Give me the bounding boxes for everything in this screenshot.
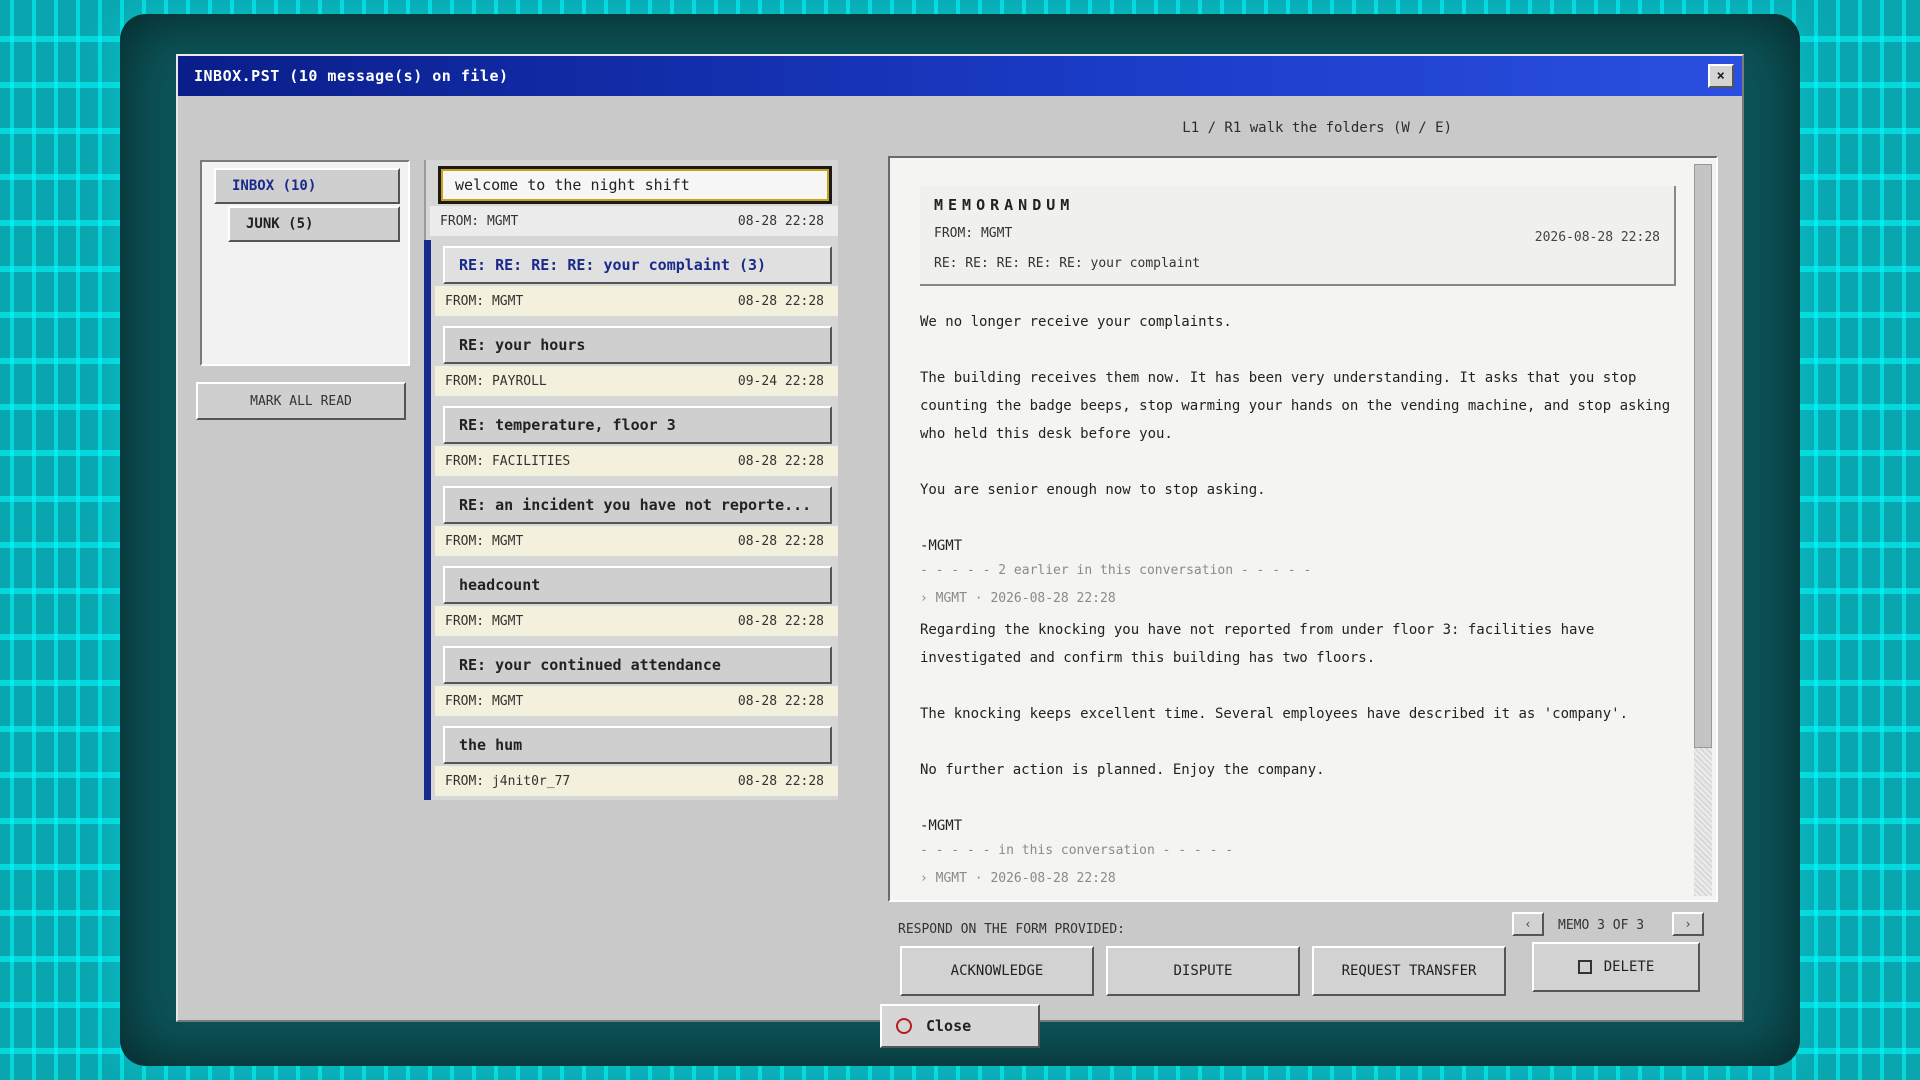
memo-title: MEMORANDUM	[934, 196, 1075, 214]
message-item[interactable]: headcount FROM: MGMT 08-28 22:28	[424, 560, 838, 640]
next-memo-button[interactable]: ›	[1672, 912, 1704, 936]
message-subject: RE: an incident you have not reporte...	[443, 486, 832, 524]
memo-subject: RE: RE: RE: RE: RE: your complaint	[934, 256, 1201, 271]
delete-button[interactable]: DELETE	[1532, 942, 1700, 992]
message-item[interactable]: RE: your hours FROM: PAYROLL 09-24 22:28	[424, 320, 838, 400]
prev-memo-button[interactable]: ‹	[1512, 912, 1544, 936]
message-item[interactable]: welcome to the night shift FROM: MGMT 08…	[424, 160, 838, 240]
message-from: FROM: j4nit0r_77	[445, 773, 571, 789]
message-item[interactable]: RE: RE: RE: RE: your complaint (3) FROM:…	[424, 240, 838, 320]
respond-label: RESPOND ON THE FORM PROVIDED:	[898, 922, 1125, 937]
message-meta: FROM: MGMT 08-28 22:28	[435, 686, 838, 716]
message-from: FROM: MGMT	[445, 533, 524, 549]
acknowledge-button[interactable]: ACKNOWLEDGE	[900, 946, 1094, 996]
conversation-divider: - - - - - 2 earlier in this conversation…	[920, 563, 1312, 578]
message-date: 08-28 22:28	[737, 533, 824, 549]
control-hint: L1 / R1 walk the folders (W / E)	[1182, 120, 1452, 136]
dispute-button[interactable]: DISPUTE	[1106, 946, 1300, 996]
delete-label: DELETE	[1603, 959, 1655, 975]
message-meta: FROM: MGMT 08-28 22:28	[435, 286, 838, 316]
message-date: 08-28 22:28	[737, 453, 824, 469]
quoted-paragraph: Regarding the knocking you have not repo…	[920, 622, 1595, 666]
quoted-signature: -MGMT	[920, 818, 963, 834]
folder-inbox[interactable]: INBOX (10)	[214, 168, 400, 204]
message-subject: headcount	[443, 566, 832, 604]
folder-junk[interactable]: JUNK (5)	[228, 206, 400, 242]
memo-from: FROM: MGMT	[934, 226, 1013, 241]
reading-pane: MEMORANDUM FROM: MGMT 2026-08-28 22:28 R…	[888, 156, 1718, 902]
mail-window: INBOX.PST (10 message(s) on file) × L1 /…	[176, 54, 1744, 1022]
memo-paragraph: The building receives them now. It has b…	[920, 370, 1671, 442]
message-meta: FROM: MGMT 08-28 22:28	[435, 526, 838, 556]
delete-checkbox[interactable]	[1577, 960, 1592, 974]
message-meta: FROM: j4nit0r_77 08-28 22:28	[435, 766, 838, 796]
message-meta: FROM: MGMT 08-28 22:28	[430, 206, 838, 236]
folder-panel: INBOX (10) JUNK (5)	[200, 160, 410, 366]
close-label: Close	[926, 1017, 972, 1035]
message-subject: the hum	[443, 726, 832, 764]
memo-body: We no longer receive your complaints. Th…	[920, 308, 1680, 896]
message-date: 08-28 22:28	[737, 693, 824, 709]
message-from: FROM: FACILITIES	[445, 453, 571, 469]
message-from: FROM: MGMT	[445, 293, 524, 309]
quoted-message-meta: › MGMT · 2026-08-28 22:28	[920, 871, 1116, 886]
message-meta: FROM: MGMT 08-28 22:28	[435, 606, 838, 636]
close-window-button[interactable]: ×	[1708, 64, 1734, 88]
message-date: 09-24 22:28	[737, 373, 824, 389]
memo-header: MEMORANDUM FROM: MGMT 2026-08-28 22:28 R…	[920, 186, 1676, 286]
message-item[interactable]: the hum FROM: j4nit0r_77 08-28 22:28	[424, 720, 838, 800]
message-meta: FROM: PAYROLL 09-24 22:28	[435, 366, 838, 396]
reading-scrollbar[interactable]	[1694, 164, 1712, 896]
quoted-paragraph: The knocking keeps excellent time. Sever…	[920, 706, 1629, 722]
message-list: welcome to the night shift FROM: MGMT 08…	[424, 160, 838, 800]
memo-pager-label: MEMO 3 OF 3	[1558, 918, 1645, 933]
message-from: FROM: MGMT	[440, 213, 519, 229]
message-from: FROM: MGMT	[445, 613, 524, 629]
message-subject: RE: your hours	[443, 326, 832, 364]
window-titlebar: INBOX.PST (10 message(s) on file) ×	[178, 56, 1742, 96]
conversation-divider: - - - - - in this conversation - - - - -	[920, 843, 1234, 858]
message-subject: RE: temperature, floor 3	[443, 406, 832, 444]
message-subject: welcome to the night shift	[438, 166, 832, 204]
message-item[interactable]: RE: temperature, floor 3 FROM: FACILITIE…	[424, 400, 838, 480]
close-button[interactable]: Close	[880, 1004, 1040, 1048]
memo-date: 2026-08-28 22:28	[1534, 230, 1660, 245]
message-meta: FROM: FACILITIES 08-28 22:28	[435, 446, 838, 476]
message-item[interactable]: RE: your continued attendance FROM: MGMT…	[424, 640, 838, 720]
message-from: FROM: PAYROLL	[445, 373, 547, 389]
window-title: INBOX.PST (10 message(s) on file)	[194, 67, 509, 85]
memo-paragraph: We no longer receive your complaints.	[920, 314, 1232, 330]
message-date: 08-28 22:28	[737, 613, 824, 629]
message-from: FROM: MGMT	[445, 693, 524, 709]
quoted-message-meta: › MGMT · 2026-08-28 22:28	[920, 591, 1116, 606]
mark-all-read-button[interactable]: MARK ALL READ	[196, 382, 406, 420]
request-transfer-button[interactable]: REQUEST TRANSFER	[1312, 946, 1506, 996]
message-subject: RE: RE: RE: RE: your complaint (3)	[443, 246, 832, 284]
memo-paragraph: You are senior enough now to stop asking…	[920, 482, 1266, 498]
scrollbar-thumb[interactable]	[1694, 164, 1712, 748]
message-item[interactable]: RE: an incident you have not reporte... …	[424, 480, 838, 560]
message-date: 08-28 22:28	[737, 213, 824, 229]
memo-signature: -MGMT	[920, 538, 963, 554]
message-date: 08-28 22:28	[737, 773, 824, 789]
quoted-paragraph: No further action is planned. Enjoy the …	[920, 762, 1325, 778]
message-subject: RE: your continued attendance	[443, 646, 832, 684]
message-date: 08-28 22:28	[737, 293, 824, 309]
circle-icon	[896, 1018, 912, 1034]
